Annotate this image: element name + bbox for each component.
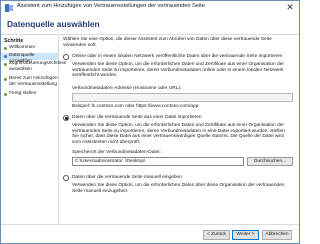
metadata-address-label: Verbundmetadaten-Adresse (Hostname oder … <box>72 86 182 91</box>
step-status-icon <box>4 92 7 96</box>
wizard-window: Assistent zum Hinzufügen von Vertrauenss… <box>0 0 300 244</box>
radio-online[interactable] <box>63 54 69 60</box>
intro-text: Wählen Sie eine Option, die dieser Assis… <box>63 37 272 48</box>
radio-file-label[interactable]: Daten über die vertrauende Seite aus ein… <box>72 115 202 121</box>
radio-manual[interactable] <box>63 175 69 181</box>
step-welcome: Willkommen <box>1 45 59 52</box>
step-status-icon <box>4 54 7 58</box>
content-panel: Wählen Sie eine Option, die dieser Assis… <box>61 37 297 223</box>
step-status-icon <box>4 62 7 66</box>
step-label: Zugriffssteuerungsrichtlinie auswählen <box>9 61 67 72</box>
browse-button[interactable]: Durchsuchen... <box>247 157 293 166</box>
metadata-address-input[interactable] <box>72 93 293 102</box>
page-title: Datenquelle auswählen <box>7 19 100 29</box>
radio-online-label[interactable]: Online oder in einem lokalen Netzwerk ve… <box>72 54 283 60</box>
title-bar: Assistent zum Hinzufügen von Vertrauenss… <box>1 1 299 15</box>
steps-title: Schritte <box>4 38 24 44</box>
option-manual-row[interactable]: Daten über die vertrauende Seite manuell… <box>63 175 297 182</box>
option-file-description: Verwenden Sie diese Option, um die erfor… <box>72 123 285 146</box>
wizard-footer: < Zurück Weiter > Abbrechen <box>1 224 299 243</box>
option-manual-description: Verwenden Sie diese Option, um die erfor… <box>72 183 285 194</box>
step-label: Fertig stellen <box>9 91 37 96</box>
step-label: Willkommen <box>9 45 36 50</box>
radio-file[interactable] <box>63 115 69 121</box>
wizard-header: Datenquelle auswählen <box>1 15 299 35</box>
step-status-icon <box>4 46 7 50</box>
step-ready-to-add: Bereit zum Hinzufügen der Vertrauensstel… <box>1 76 59 89</box>
metadata-address-example: Beispiel: fs.contoso.com oder https://ww… <box>72 104 199 109</box>
close-button[interactable]: ✕ <box>281 1 299 14</box>
step-select-datasource: Datenquelle auswählen <box>1 53 59 64</box>
step-access-control: Zugriffssteuerungsrichtlinie auswählen <box>1 61 66 74</box>
step-finish: Fertig stellen <box>1 91 59 98</box>
option-online-description: Verwenden Sie diese Option, um die erfor… <box>72 62 284 79</box>
back-button[interactable]: < Zurück <box>203 230 230 240</box>
window-title: Assistent zum Hinzufügen von Vertrauenss… <box>17 3 205 9</box>
option-online-row[interactable]: Online oder in einem lokalen Netzwerk ve… <box>63 54 297 61</box>
metadata-file-label: Speicherort der Verbundmetadaten-Datei: <box>72 150 161 155</box>
step-status-icon <box>4 77 7 81</box>
option-file-row[interactable]: Daten über die vertrauende Seite aus ein… <box>63 115 297 122</box>
radio-manual-label[interactable]: Daten über die vertrauende Seite manuell… <box>72 175 182 181</box>
next-button[interactable]: Weiter > <box>232 230 259 240</box>
steps-panel: Schritte Willkommen Datenquelle auswähle… <box>1 36 66 224</box>
metadata-file-path-input[interactable]: C:\Users\administrator. \Desktop\ <box>72 157 244 166</box>
step-label: Bereit zum Hinzufügen der Vertrauensstel… <box>9 76 58 87</box>
cancel-button[interactable]: Abbrechen <box>262 230 292 240</box>
adfs-app-icon <box>5 4 13 12</box>
